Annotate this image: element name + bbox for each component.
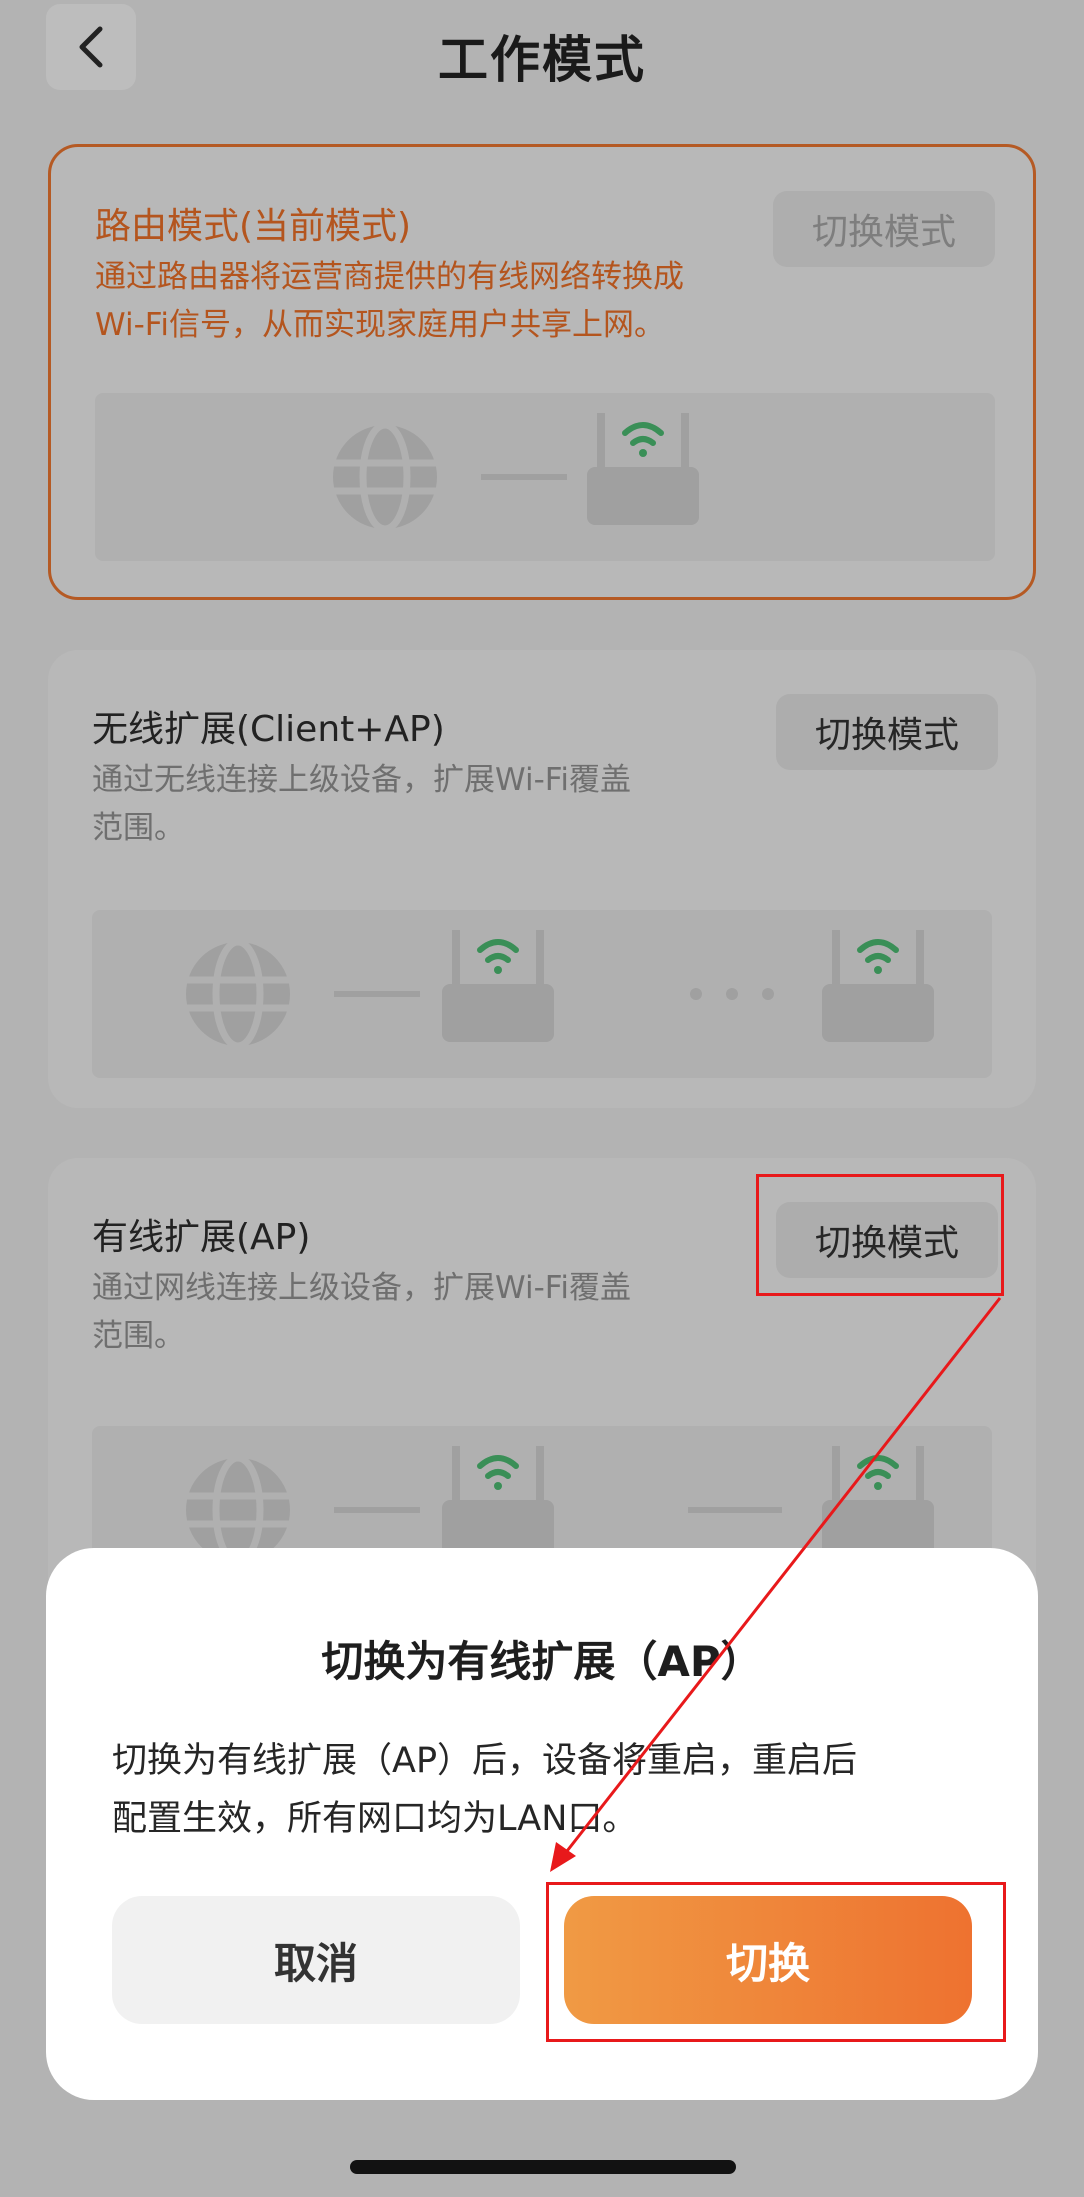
switch-mode-button[interactable]: 切换模式 bbox=[776, 694, 998, 770]
globe-icon bbox=[186, 1454, 290, 1566]
globe-icon bbox=[186, 938, 290, 1050]
mode-card-wireless-extension: 无线扩展(Client+AP) 切换模式 通过无线连接上级设备，扩展Wi-Fi覆… bbox=[48, 650, 1036, 1108]
dialog-title: 切换为有线扩展（AP） bbox=[321, 1637, 763, 1686]
router-icon bbox=[442, 1446, 554, 1558]
top-bar: 工作模式 bbox=[0, 0, 1084, 110]
cancel-button[interactable]: 取消 bbox=[112, 1896, 520, 2024]
switch-mode-button[interactable]: 切换模式 bbox=[773, 191, 995, 267]
router-icon bbox=[442, 930, 554, 1042]
router-icon bbox=[822, 1446, 934, 1558]
mode-description: 通过无线连接上级设备，扩展Wi-Fi覆盖 范围。 bbox=[92, 762, 631, 846]
router-icon bbox=[822, 930, 934, 1042]
annotation-box-switch-mode bbox=[756, 1174, 1004, 1296]
home-indicator bbox=[350, 2160, 736, 2174]
page-title: 工作模式 bbox=[438, 31, 646, 89]
dialog-message: 切换为有线扩展（AP）后，设备将重启，重启后 配置生效，所有网口均为LAN口。 bbox=[112, 1741, 858, 1839]
mode-card-router: 路由模式(当前模式) 切换模式 通过路由器将运营商提供的有线网络转换成 Wi-F… bbox=[48, 144, 1036, 600]
topology-illustration bbox=[92, 910, 992, 1078]
mode-description: 通过路由器将运营商提供的有线网络转换成 Wi-Fi信号，从而实现家庭用户共享上网… bbox=[95, 259, 684, 343]
mode-title: 有线扩展(AP) bbox=[92, 1217, 311, 1258]
topology-illustration bbox=[95, 393, 995, 561]
annotation-box-confirm bbox=[546, 1882, 1006, 2042]
globe-icon bbox=[333, 421, 437, 533]
wireless-dots-icon bbox=[690, 988, 774, 1000]
mode-description: 通过网线连接上级设备，扩展Wi-Fi覆盖 范围。 bbox=[92, 1270, 631, 1354]
mode-title: 无线扩展(Client+AP) bbox=[92, 709, 445, 750]
mode-title: 路由模式(当前模式) bbox=[95, 206, 412, 247]
router-icon bbox=[587, 413, 699, 525]
